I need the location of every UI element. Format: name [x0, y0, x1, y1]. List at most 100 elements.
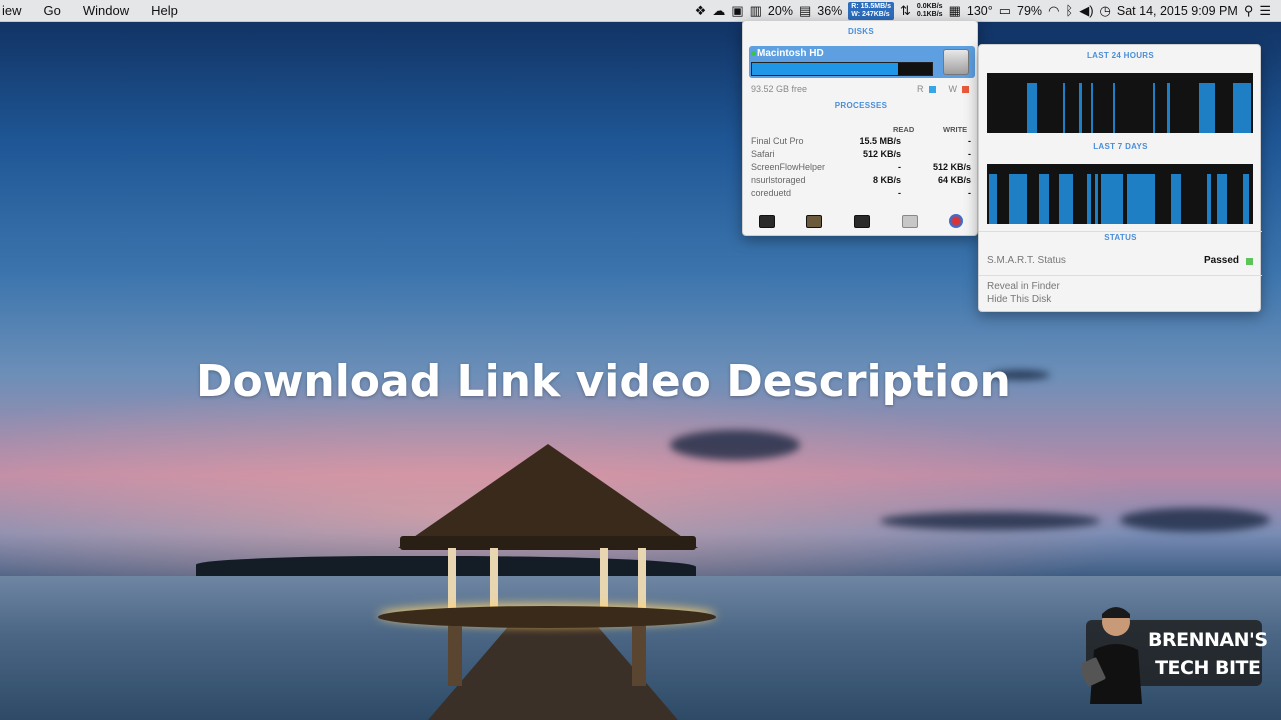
battery-percent-2[interactable]: 79%	[1017, 4, 1042, 18]
process-read: -	[898, 162, 901, 172]
cloud	[880, 512, 1100, 530]
wifi-icon[interactable]: ◠	[1048, 0, 1059, 22]
disk-usage-bar	[751, 62, 933, 76]
activity-bar	[1217, 174, 1227, 224]
last-7-days-graph	[987, 164, 1253, 224]
process-read: 512 KB/s	[862, 149, 901, 159]
process-name: ScreenFlowHelper	[751, 162, 826, 172]
activity-bar	[1095, 174, 1098, 224]
disk-activity-icon[interactable]: ▤	[799, 0, 811, 22]
menu-window[interactable]: Window	[83, 3, 129, 18]
spotlight-icon[interactable]: ⚲	[1244, 0, 1254, 22]
activity-bar	[1091, 83, 1093, 133]
activity-monitor-icon[interactable]	[758, 214, 775, 228]
cpu-percent[interactable]: 36%	[817, 4, 842, 18]
hut-post	[638, 548, 646, 612]
overlay-headline: Download Link video Description	[196, 356, 1011, 407]
process-write: 512 KB/s	[932, 162, 971, 172]
activity-bar	[989, 174, 997, 224]
network-down: 0.1KB/s	[916, 11, 943, 18]
last-24-hours-title: LAST 24 HOURS	[1086, 51, 1155, 60]
divider	[979, 231, 1262, 232]
network-icon[interactable]: ⇅	[900, 0, 911, 22]
hut-roof	[398, 444, 698, 548]
process-row: Final Cut Pro 15.5 MB/s -	[751, 136, 971, 149]
hut-post	[490, 548, 498, 612]
smart-status-value: Passed	[1203, 255, 1239, 266]
popover-toolbar	[743, 207, 979, 235]
disks-popover: DISKS Macintosh HD 93.52 GB free R W PRO…	[742, 20, 978, 236]
io-write-value: 247KB/s	[862, 11, 890, 18]
menu-help[interactable]: Help	[151, 3, 178, 18]
activity-bar	[1167, 83, 1170, 133]
istat-icon[interactable]	[949, 214, 964, 228]
battery-percent-1[interactable]: 20%	[768, 4, 793, 18]
camera-icon[interactable]: ▣	[731, 0, 743, 22]
network-readout[interactable]: 0.0KB/s 0.1KB/s	[917, 3, 943, 19]
status-title: STATUS	[1104, 233, 1137, 242]
activity-bar	[1153, 83, 1155, 133]
activity-bar	[1087, 174, 1091, 224]
activity-bar	[1171, 174, 1181, 224]
divider	[979, 275, 1262, 276]
cloud-icon[interactable]: ☁	[712, 0, 725, 22]
col-read-header: READ	[893, 125, 915, 134]
hut-post	[600, 548, 608, 612]
volume-icon[interactable]: ◀)	[1079, 0, 1093, 22]
bluetooth-icon[interactable]: ᛒ	[1065, 0, 1073, 22]
process-write: -	[968, 149, 971, 159]
memory-icon[interactable]: ▥	[750, 0, 762, 22]
status-items: ❖ ☁ ▣ ▥ 20% ▤ 36% R: 15.5MB/s W: 247KB/s…	[695, 0, 1271, 22]
notification-center-icon[interactable]: ☰	[1259, 0, 1271, 22]
activity-bar	[1009, 174, 1027, 224]
activity-bar	[1063, 83, 1065, 133]
lit-deck	[378, 606, 716, 628]
legend-write-swatch	[962, 85, 969, 93]
col-write-header: WRITE	[943, 125, 968, 134]
hide-this-disk[interactable]: Hide This Disk	[987, 294, 1051, 305]
process-write: -	[968, 136, 971, 146]
activity-bars-24h	[1027, 83, 1251, 133]
io-write-label: W:	[851, 11, 861, 18]
activity-bar	[1207, 174, 1211, 224]
menu-go[interactable]: Go	[44, 3, 61, 18]
io-read-label: R:	[851, 3, 859, 10]
process-read: 8 KB/s	[872, 175, 901, 185]
channel-badge-text: BRENNAN'S TECH BITE	[1148, 626, 1268, 682]
disk-io-readout[interactable]: R: 15.5MB/s W: 247KB/s	[848, 2, 894, 20]
smart-status-row: S.M.A.R.T. Status Passed	[987, 253, 1253, 269]
activity-bars-7d	[989, 174, 1249, 224]
activity-bar	[1079, 83, 1082, 133]
legend-read-swatch	[928, 85, 936, 93]
badge-line-2: TECH BITE	[1155, 657, 1261, 679]
reveal-in-finder[interactable]: Reveal in Finder	[987, 281, 1060, 292]
disk-utility-icon[interactable]	[901, 214, 918, 228]
badge-line-1: BRENNAN'S	[1148, 629, 1268, 651]
time-machine-icon[interactable]: ◷	[1100, 0, 1111, 22]
activity-bar	[1233, 83, 1251, 133]
terminal-icon[interactable]	[853, 214, 870, 228]
battery-icon[interactable]: ▭	[999, 0, 1011, 22]
temperature[interactable]: 130°	[967, 4, 993, 18]
fan-icon[interactable]: ▦	[949, 0, 961, 22]
process-row: Safari 512 KB/s -	[751, 149, 971, 162]
process-name: Safari	[751, 149, 775, 159]
activity-bar	[1127, 174, 1137, 224]
cloud	[1120, 508, 1270, 532]
menu-view[interactable]: iew	[2, 3, 22, 18]
activity-bar	[1113, 83, 1115, 133]
process-name: nsurlstoraged	[751, 175, 806, 185]
process-write: 64 KB/s	[937, 175, 971, 185]
disk-free-space: 93.52 GB free	[751, 84, 808, 94]
disk-name: Macintosh HD	[757, 48, 824, 59]
legend-write-label: W	[948, 84, 958, 94]
activity-bar	[1243, 174, 1249, 224]
console-icon[interactable]	[806, 214, 823, 228]
activity-bar	[1199, 83, 1215, 133]
rw-legend: R W	[917, 84, 969, 94]
dropbox-icon[interactable]: ❖	[695, 0, 707, 22]
activity-bar	[1039, 174, 1049, 224]
process-row: coreduetd - -	[751, 188, 971, 201]
menu-bar: iew Go Window Help ❖ ☁ ▣ ▥ 20% ▤ 36% R: …	[0, 0, 1281, 22]
clock[interactable]: Sat 14, 2015 9:09 PM	[1117, 4, 1238, 18]
